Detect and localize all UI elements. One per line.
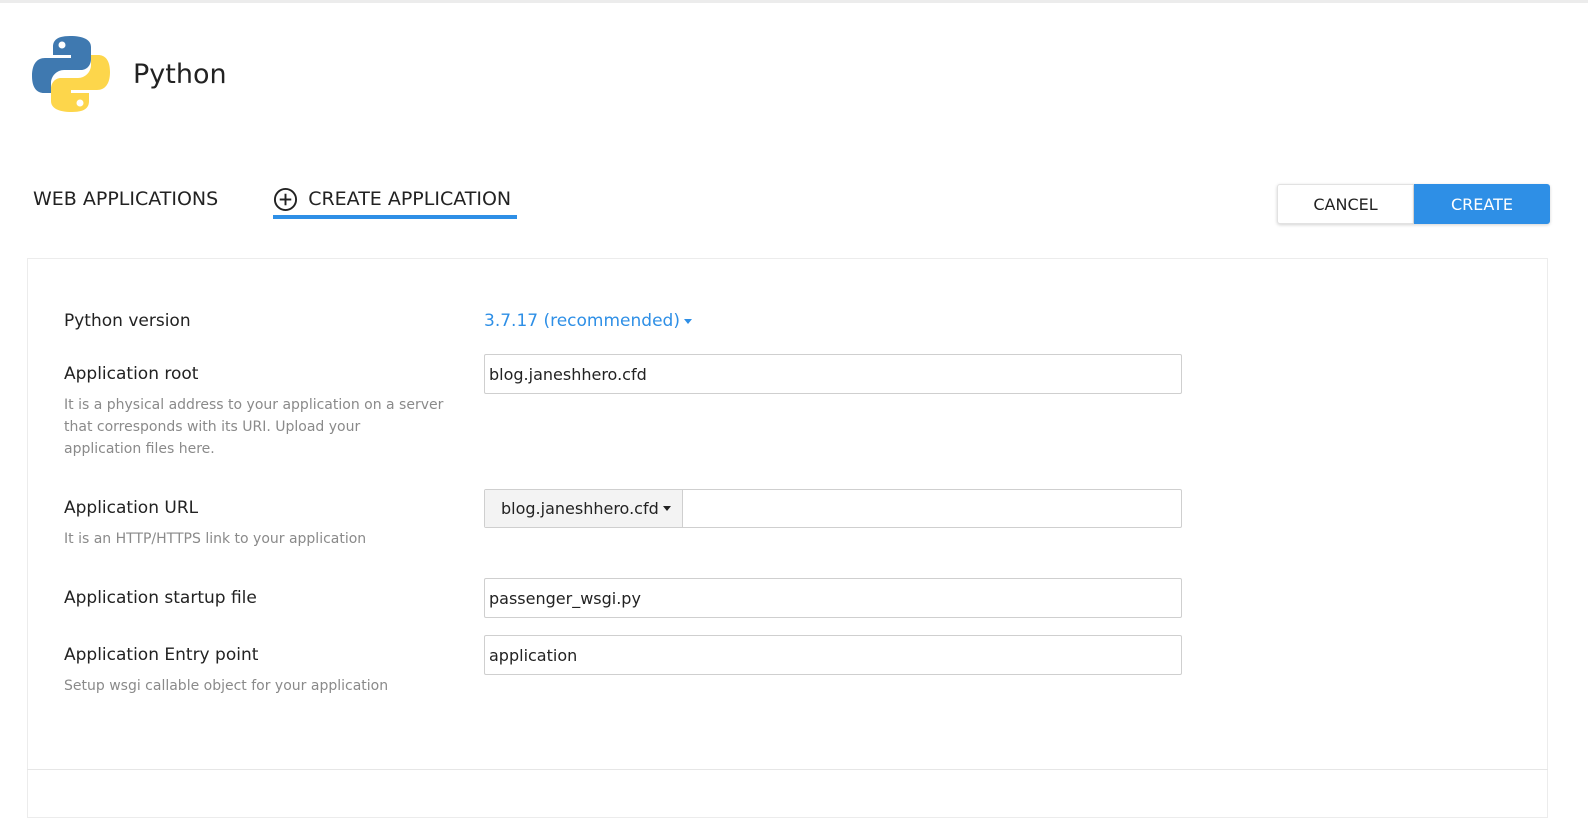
domain-value: blog.janeshhero.cfd (501, 499, 659, 518)
tab-bar: WEB APPLICATIONS CREATE APPLICATION (33, 182, 518, 219)
plus-circle-icon (274, 187, 298, 211)
app-url-path-input[interactable] (683, 490, 1181, 527)
chevron-down-icon (683, 318, 692, 324)
tab-create-application-label: CREATE APPLICATION (308, 188, 512, 210)
tab-web-applications-label: WEB APPLICATIONS (33, 188, 219, 210)
tab-web-applications[interactable]: WEB APPLICATIONS (33, 182, 218, 216)
app-root-input[interactable] (484, 354, 1182, 394)
page-title: Python (133, 58, 227, 90)
python-version-value: 3.7.17 (recommended) (484, 311, 680, 331)
python-version-dropdown[interactable]: 3.7.17 (recommended) (484, 311, 692, 331)
startup-file-label: Application startup file (64, 588, 257, 608)
cancel-button[interactable]: CANCEL (1277, 184, 1414, 224)
panel-divider (27, 769, 1548, 770)
app-url-label: Application URL (64, 498, 199, 518)
entry-point-hint: Setup wsgi callable object for your appl… (64, 678, 389, 694)
top-divider (0, 0, 1588, 3)
app-root-hint: It is a physical address to your applica… (64, 394, 449, 460)
active-tab-indicator (273, 215, 518, 219)
app-root-hint-line: application files here. (64, 441, 215, 457)
chevron-down-icon (662, 506, 671, 511)
app-url-field: blog.janeshhero.cfd (484, 489, 1182, 528)
startup-file-input[interactable] (484, 578, 1182, 618)
create-button[interactable]: CREATE (1414, 184, 1550, 224)
python-logo-icon (32, 36, 110, 112)
entry-point-label: Application Entry point (64, 645, 259, 665)
page-header: Python (31, 34, 227, 114)
app-root-hint-line: that corresponds with its URI. Upload yo… (64, 419, 361, 435)
tab-create-application[interactable]: CREATE APPLICATION (273, 182, 518, 219)
app-root-hint-line: It is a physical address to your applica… (64, 397, 444, 413)
form-actions: CANCEL CREATE (1277, 184, 1550, 224)
python-version-label: Python version (64, 311, 191, 331)
app-url-hint: It is an HTTP/HTTPS link to your applica… (64, 531, 367, 547)
entry-point-input[interactable] (484, 635, 1182, 675)
domain-dropdown[interactable]: blog.janeshhero.cfd (485, 490, 683, 527)
app-root-label: Application root (64, 364, 199, 384)
